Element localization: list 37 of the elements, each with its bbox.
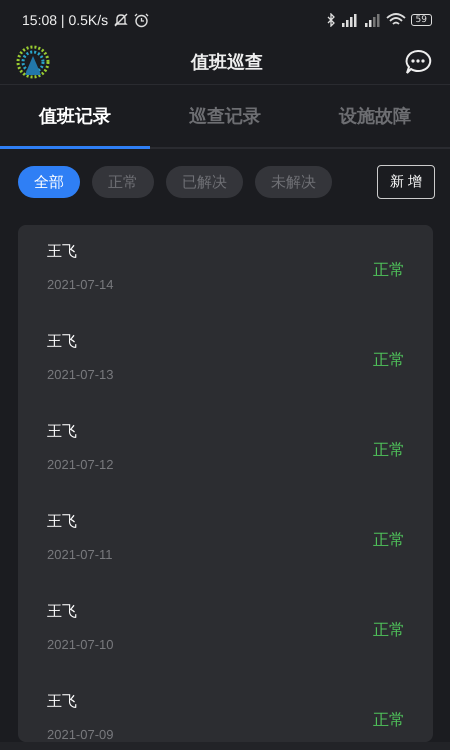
record-date: 2021-07-09 xyxy=(47,727,114,742)
alarm-icon xyxy=(134,12,150,28)
wifi-icon xyxy=(386,13,406,27)
record-date: 2021-07-14 xyxy=(47,277,114,292)
record-status: 正常 xyxy=(373,710,405,730)
record-status: 正常 xyxy=(373,620,405,640)
tab[interactable]: 值班记录 xyxy=(0,85,150,149)
record-status: 正常 xyxy=(373,530,405,550)
bluetooth-icon xyxy=(326,13,335,27)
record-name: 王飞 xyxy=(47,692,78,711)
tab[interactable]: 巡查记录 xyxy=(150,85,300,149)
mute-icon xyxy=(113,13,130,27)
record-date: 2021-07-13 xyxy=(47,367,114,382)
record-status: 正常 xyxy=(373,260,405,280)
record-status: 正常 xyxy=(373,440,405,460)
chat-icon[interactable] xyxy=(404,49,432,75)
record-date: 2021-07-10 xyxy=(47,637,114,652)
signal-icon xyxy=(340,13,358,27)
battery-indicator: 59 xyxy=(410,14,432,26)
page-title: 值班巡查 xyxy=(191,51,263,74)
record-status: 正常 xyxy=(373,350,405,370)
signal-icon xyxy=(362,13,381,27)
filter-chip[interactable]: 正常 xyxy=(92,166,154,198)
record-date: 2021-07-11 xyxy=(47,547,113,562)
record-date: 2021-07-12 xyxy=(47,457,114,472)
add-button[interactable]: 新增 xyxy=(377,165,435,199)
record-name: 王飞 xyxy=(47,242,78,261)
filter-chip[interactable]: 已解决 xyxy=(166,166,243,198)
record-name: 王飞 xyxy=(47,332,78,351)
status-time: 15:08 | 0.5K/s xyxy=(22,12,108,28)
record-name: 王飞 xyxy=(47,422,78,441)
filter-chip[interactable]: 全部 xyxy=(18,166,80,198)
tab[interactable]: 设施故障 xyxy=(300,85,450,149)
record-name: 王飞 xyxy=(47,512,78,531)
peacock-logo-icon xyxy=(16,45,50,79)
record-name: 王飞 xyxy=(47,602,78,621)
filter-chip[interactable]: 未解决 xyxy=(255,166,332,198)
